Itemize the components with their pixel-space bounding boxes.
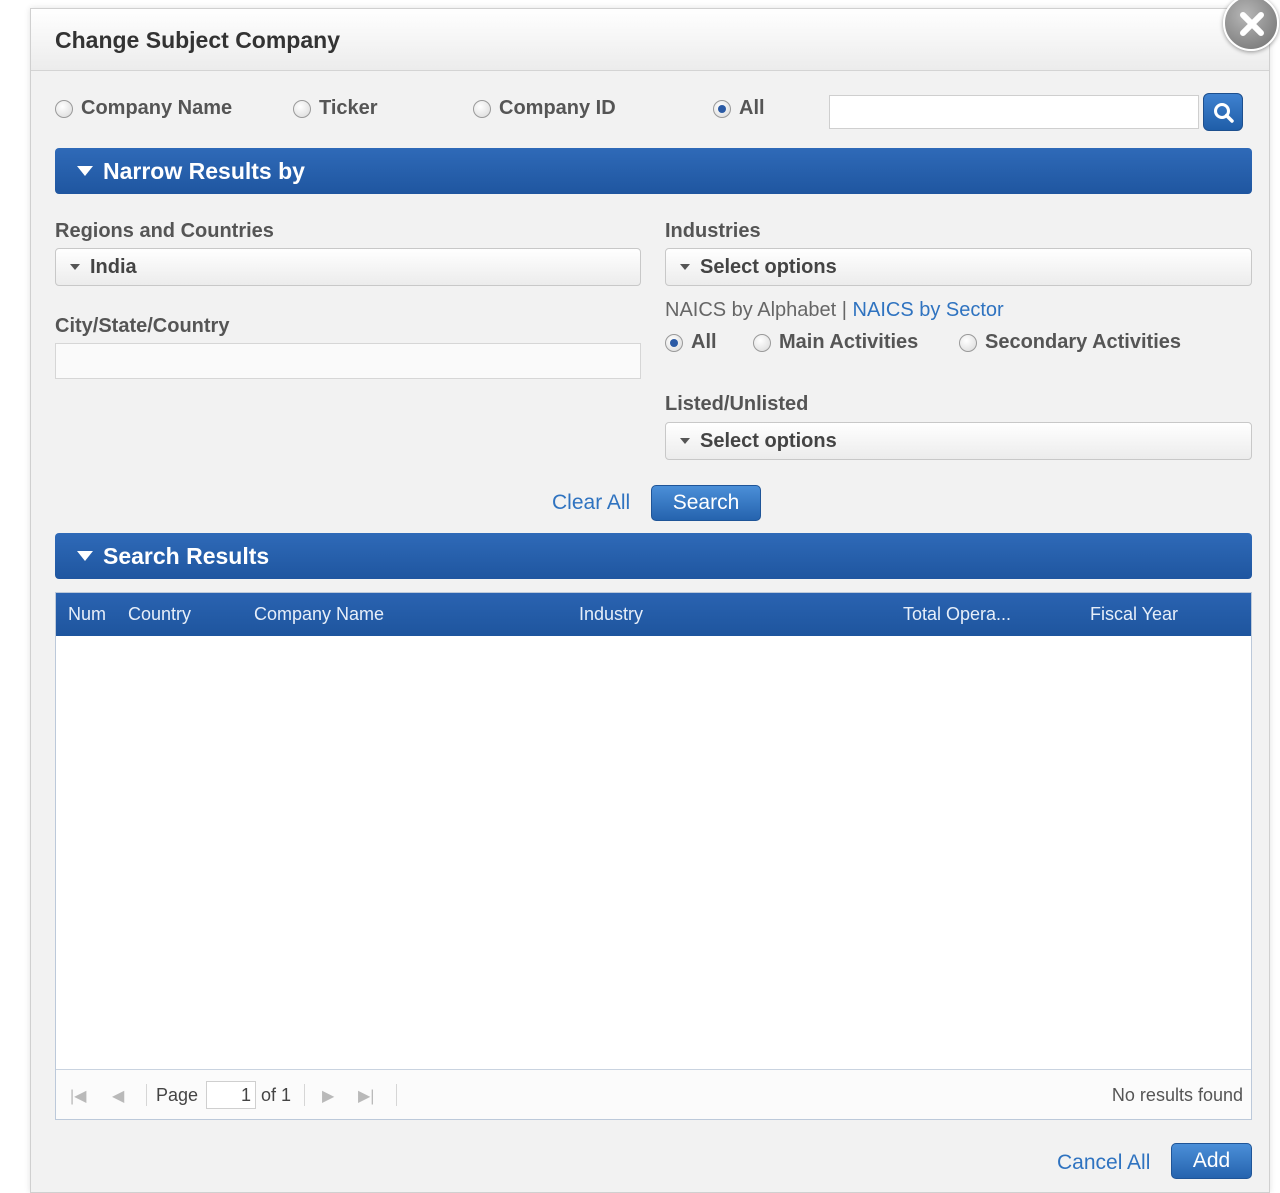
naics-links: NAICS by Alphabet | NAICS by Sector (665, 299, 1004, 322)
search-button[interactable]: Search (651, 485, 761, 521)
column-header-num[interactable]: Num (68, 604, 106, 625)
dropdown-arrow-icon (70, 264, 80, 270)
grid-body (56, 636, 1251, 1068)
listed-label: Listed/Unlisted (665, 393, 809, 415)
regions-label: Regions and Countries (55, 220, 274, 242)
radio-label: Main Activities (779, 331, 919, 353)
results-grid: Num Country Company Name Industry Total … (55, 592, 1252, 1120)
dialog-titlebar: Change Subject Company (31, 9, 1269, 71)
pager-divider (146, 1084, 147, 1106)
radio-dot (55, 99, 73, 118)
radio-main-activities[interactable]: Main Activities (753, 331, 918, 354)
dropdown-arrow-icon (680, 264, 690, 270)
close-icon (1240, 12, 1264, 36)
collapse-triangle-icon (77, 551, 93, 561)
pager-divider (396, 1084, 397, 1106)
company-search-input[interactable] (829, 95, 1199, 129)
radio-dot-selected (713, 99, 731, 118)
pager-divider (304, 1084, 305, 1106)
cancel-all-link[interactable]: Cancel All (1057, 1151, 1150, 1175)
collapse-triangle-icon (77, 166, 93, 176)
close-button[interactable] (1223, 0, 1279, 51)
naics-separator: | (836, 299, 853, 321)
radio-dot (473, 99, 491, 118)
narrow-results-title: Narrow Results by (103, 157, 305, 184)
narrow-results-header[interactable]: Narrow Results by (55, 148, 1252, 194)
radio-activity-all[interactable]: All (665, 331, 717, 354)
city-input[interactable] (55, 343, 641, 379)
radio-secondary-activities[interactable]: Secondary Activities (959, 331, 1181, 354)
add-button[interactable]: Add (1171, 1143, 1252, 1179)
radio-label: All (691, 331, 717, 353)
last-page-icon[interactable]: ▶| (358, 1086, 374, 1106)
search-results-title: Search Results (103, 542, 270, 569)
radio-dot (753, 333, 771, 352)
column-header-fiscal-year[interactable]: Fiscal Year (1090, 604, 1178, 625)
column-header-country[interactable]: Country (128, 604, 191, 625)
radio-ticker[interactable]: Ticker (293, 97, 378, 120)
industries-label: Industries (665, 220, 761, 242)
radio-all[interactable]: All (713, 97, 765, 120)
radio-company-name[interactable]: Company Name (55, 97, 232, 120)
search-icon-button[interactable] (1203, 93, 1243, 131)
listed-dropdown[interactable]: Select options (665, 422, 1252, 460)
radio-dot (959, 333, 977, 352)
clear-all-link[interactable]: Clear All (552, 491, 630, 515)
grid-header-row: Num Country Company Name Industry Total … (56, 593, 1251, 636)
listed-value: Select options (700, 429, 837, 452)
industries-value: Select options (700, 255, 837, 278)
search-icon (1214, 103, 1234, 123)
radio-label: Ticker (319, 97, 378, 119)
naics-by-sector-link[interactable]: NAICS by Sector (853, 299, 1004, 321)
column-header-company-name[interactable]: Company Name (254, 604, 384, 625)
column-header-industry[interactable]: Industry (579, 604, 643, 625)
radio-dot (293, 99, 311, 118)
previous-page-icon[interactable]: ◀ (112, 1086, 124, 1106)
next-page-icon[interactable]: ▶ (322, 1086, 334, 1106)
page-count-label: of 1 (261, 1085, 292, 1105)
radio-company-id[interactable]: Company ID (473, 97, 616, 120)
page-label: Page (156, 1085, 199, 1105)
first-page-icon[interactable]: |◀ (70, 1086, 86, 1106)
pagination-toolbar: |◀ ◀ Page 1 of 1 ▶ ▶| No results found (56, 1069, 1251, 1119)
change-subject-company-dialog: Change Subject Company Company Name Tick… (30, 0, 1279, 1193)
radio-label: Company ID (499, 97, 616, 119)
radio-label: Company Name (81, 97, 233, 119)
dialog-title: Change Subject Company (55, 27, 340, 53)
regions-dropdown[interactable]: India (55, 248, 641, 286)
regions-value: India (90, 255, 137, 278)
search-results-header[interactable]: Search Results (55, 533, 1252, 579)
city-label: City/State/Country (55, 315, 230, 337)
radio-label: Secondary Activities (985, 331, 1182, 353)
radio-dot-selected (665, 333, 683, 352)
page-number-input[interactable]: 1 (206, 1081, 256, 1109)
industries-dropdown[interactable]: Select options (665, 248, 1252, 286)
dropdown-arrow-icon (680, 438, 690, 444)
radio-label: All (739, 97, 765, 119)
results-status: No results found (1111, 1085, 1243, 1105)
column-header-total-operating[interactable]: Total Opera... (903, 604, 1011, 625)
naics-by-alphabet-link[interactable]: NAICS by Alphabet (665, 299, 836, 321)
